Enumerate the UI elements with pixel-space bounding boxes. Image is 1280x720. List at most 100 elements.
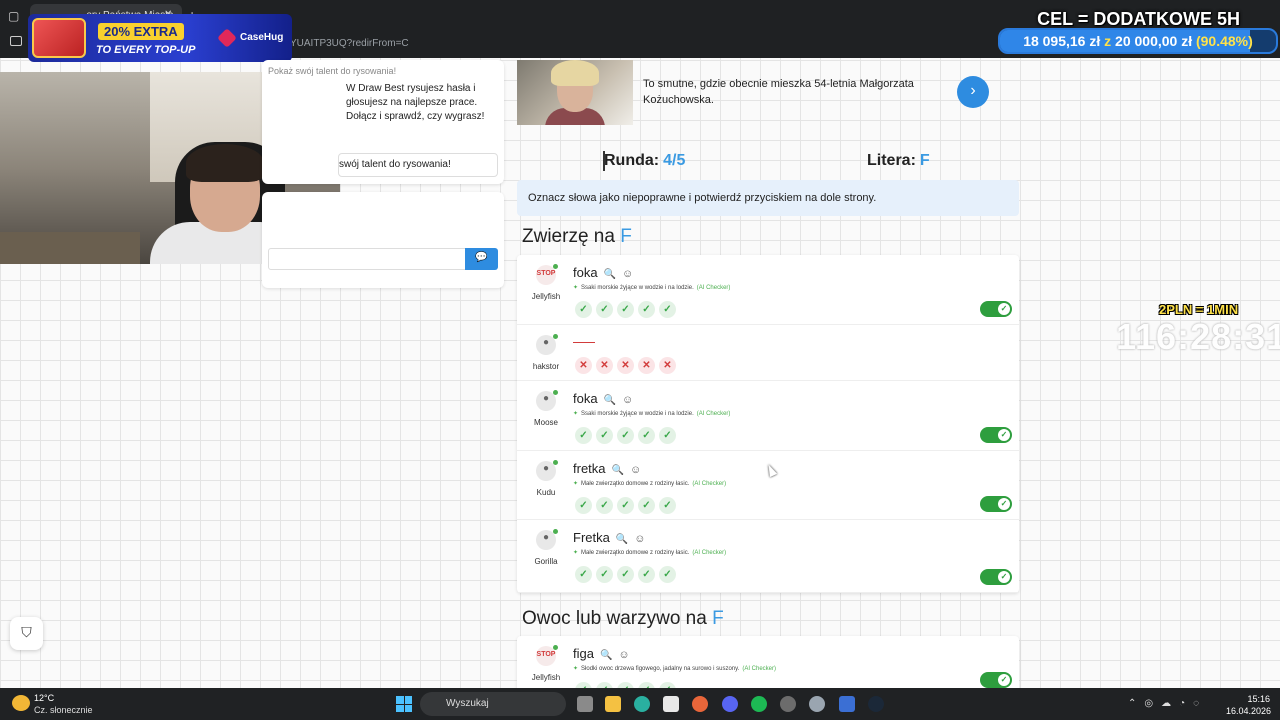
- vote-accept-icon[interactable]: ✓: [638, 301, 655, 318]
- react-emoji-icon[interactable]: ☺: [634, 533, 645, 545]
- vote-accept-icon[interactable]: ✓: [575, 427, 592, 444]
- instruction-notice: Oznacz słowa jako niepoprawne i potwierd…: [517, 180, 1019, 216]
- store-icon[interactable]: [663, 696, 679, 712]
- sparkle-icon: ✦: [573, 550, 579, 556]
- react-emoji-icon[interactable]: ☺: [622, 268, 633, 280]
- vote-accept-icon[interactable]: ✓: [638, 497, 655, 514]
- check-icon: ✓: [998, 674, 1010, 686]
- system-tray-icons[interactable]: ⌃◎☁◔◌: [1128, 698, 1207, 709]
- vote-accept-icon[interactable]: ✓: [596, 301, 613, 318]
- vote-reject-icon[interactable]: ✕: [659, 357, 676, 374]
- weather-desc[interactable]: Cz. słonecznie: [34, 705, 93, 715]
- search-word-icon[interactable]: 🔍: [600, 650, 612, 661]
- vote-row: ✕ ✕ ✕ ✕ ✕: [575, 355, 680, 374]
- clock-time[interactable]: 15:16: [1238, 694, 1270, 704]
- react-emoji-icon[interactable]: ☺: [622, 394, 633, 406]
- answer-description: ✦ Małe zwierzątko domowe z rodziny łasic.…: [573, 480, 726, 487]
- player-name: Jellyfish: [531, 673, 561, 682]
- defender-icon[interactable]: [839, 696, 855, 712]
- user-icon: ●: [542, 532, 550, 543]
- vote-accept-icon[interactable]: ✓: [659, 301, 676, 318]
- answer-word-wrap: foka 🔍 ☺: [573, 391, 633, 406]
- news-next-button[interactable]: ›: [957, 76, 989, 108]
- sidebar-toggle-icon[interactable]: [10, 36, 22, 46]
- firefox-icon[interactable]: [692, 696, 708, 712]
- vote-accept-icon[interactable]: ✓: [575, 566, 592, 583]
- edge-icon[interactable]: [634, 696, 650, 712]
- taskbar: 12°C Cz. słonecznie ⚲ Wyszukaj ⌃◎☁◔◌ 15:…: [0, 688, 1280, 720]
- vote-accept-icon[interactable]: ✓: [575, 301, 592, 318]
- answer-valid-toggle[interactable]: ✓: [980, 301, 1012, 317]
- search-word-icon[interactable]: 🔍: [604, 395, 616, 406]
- promo-logo: CaseHug: [240, 32, 284, 43]
- task-view-icon[interactable]: [577, 696, 593, 712]
- answer-valid-toggle[interactable]: ✓: [980, 569, 1012, 585]
- privacy-shield-button[interactable]: ⛉: [10, 617, 43, 650]
- treasure-box-icon: [32, 18, 86, 58]
- windows-start-icon[interactable]: [396, 696, 412, 712]
- vote-accept-icon[interactable]: ✓: [659, 566, 676, 583]
- search-word-icon[interactable]: 🔍: [616, 534, 628, 545]
- weather-temp[interactable]: 12°C: [34, 693, 54, 703]
- chevron-right-icon: ›: [970, 82, 976, 99]
- news-image[interactable]: [517, 60, 633, 125]
- vote-accept-icon[interactable]: ✓: [617, 497, 634, 514]
- address-bar[interactable]: YUAITP3UQ?redirFrom=C: [290, 38, 409, 49]
- round-info: Runda: 4/5: [604, 152, 685, 170]
- category-title-text: Zwierzę na: [522, 226, 615, 247]
- vote-accept-icon[interactable]: ✓: [596, 497, 613, 514]
- file-explorer-icon[interactable]: [605, 696, 621, 712]
- check-icon: ✓: [998, 498, 1010, 510]
- vote-accept-icon[interactable]: ✓: [617, 566, 634, 583]
- ai-checker-label: (AI Checker): [696, 411, 731, 417]
- shield-icon: ⛉: [21, 624, 32, 640]
- react-emoji-icon[interactable]: ☺: [618, 649, 629, 661]
- vote-reject-icon[interactable]: ✕: [575, 357, 592, 374]
- answers-card: STOP Jellyfish figa 🔍 ☺ ✦ Słodki owoc drzewa f…: [517, 636, 1019, 699]
- rate-label: 2PLN = 1MIN: [1159, 302, 1239, 317]
- answer-word: figa: [573, 646, 594, 661]
- spotify-icon[interactable]: [751, 696, 767, 712]
- vote-accept-icon[interactable]: ✓: [617, 301, 634, 318]
- answer-valid-toggle[interactable]: ✓: [980, 672, 1012, 688]
- answer-description: ✦ Małe zwierzątko domowe z rodziny łasic.…: [573, 549, 726, 556]
- vote-accept-icon[interactable]: ✓: [617, 427, 634, 444]
- answer-valid-toggle[interactable]: ✓: [980, 496, 1012, 512]
- vote-accept-icon[interactable]: ✓: [638, 566, 655, 583]
- chat-input[interactable]: [268, 248, 466, 270]
- discord-icon[interactable]: [722, 696, 738, 712]
- tab-strip-icon[interactable]: ▢: [8, 9, 19, 23]
- news-headline[interactable]: To smutne, gdzie obecnie mieszka 54-letn…: [643, 76, 933, 108]
- stop-sign-icon: STOP: [536, 270, 556, 277]
- vote-accept-icon[interactable]: ✓: [596, 566, 613, 583]
- answers-card: STOP Jellyfish foka 🔍 ☺ ✦ Ssaki morskie żyjące…: [517, 255, 1019, 593]
- search-word-icon[interactable]: 🔍: [604, 269, 616, 280]
- vote-accept-icon[interactable]: ✓: [596, 427, 613, 444]
- answer-description-text: Ssaki morskie żyjące w wodzie i na lodzi…: [581, 285, 694, 291]
- draw-best-button[interactable]: swój talent do rysowania!: [338, 153, 498, 177]
- search-word-icon[interactable]: 🔍: [612, 465, 624, 476]
- vote-reject-icon[interactable]: ✕: [617, 357, 634, 374]
- vote-accept-icon[interactable]: ✓: [659, 497, 676, 514]
- vote-accept-icon[interactable]: ✓: [638, 427, 655, 444]
- player-name: Moose: [533, 418, 558, 427]
- answer-valid-toggle[interactable]: ✓: [980, 427, 1012, 443]
- user-icon: ●: [542, 337, 550, 348]
- steam-icon[interactable]: [868, 696, 884, 712]
- obs-icon[interactable]: [780, 696, 796, 712]
- vote-accept-icon[interactable]: ✓: [575, 497, 592, 514]
- settings-icon[interactable]: [809, 696, 825, 712]
- vote-reject-icon[interactable]: ✕: [596, 357, 613, 374]
- answer-row: ● Kudu fretka 🔍 ☺ ✦ Małe zwierzątko domowe z r…: [517, 451, 1019, 520]
- taskbar-search[interactable]: Wyszukaj: [420, 692, 566, 716]
- weather-icon[interactable]: [12, 695, 30, 711]
- vote-reject-icon[interactable]: ✕: [638, 357, 655, 374]
- vote-accept-icon[interactable]: ✓: [659, 427, 676, 444]
- clock-date[interactable]: 16.04.2026: [1226, 706, 1271, 716]
- player-name: Gorilla: [534, 557, 558, 566]
- chat-send-button[interactable]: 💬: [465, 248, 498, 270]
- react-emoji-icon[interactable]: ☺: [630, 464, 641, 476]
- player-avatar: STOP: [536, 645, 558, 666]
- goal-percent: (90.48%): [1195, 33, 1253, 49]
- answer-word: foka: [573, 265, 598, 280]
